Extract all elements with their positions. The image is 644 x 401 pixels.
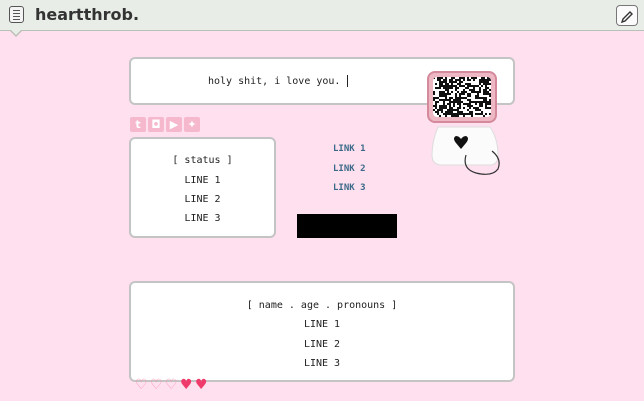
heart-icon: ♥ — [180, 377, 193, 393]
twitter-icon[interactable]: ✦ — [184, 117, 200, 132]
profile-line-3: LINE 3 — [303, 358, 341, 369]
profile-box: [ name . age . pronouns ] LINE 1 LINE 2 … — [129, 281, 515, 382]
instagram-icon[interactable]: ◘ — [148, 117, 164, 132]
link-1[interactable]: LINK 1 — [333, 144, 366, 154]
heart-icon: ♥ — [195, 377, 208, 393]
top-bar: heartthrob. — [0, 0, 644, 37]
youtube-icon[interactable]: ▶ — [166, 117, 182, 132]
tumblr-icon[interactable]: t — [130, 117, 146, 132]
profile-heading: [ name . age . pronouns ] — [246, 300, 398, 311]
status-line-3: LINE 3 — [184, 213, 221, 224]
profile-line-1: LINE 1 — [303, 319, 341, 330]
edit-button[interactable] — [616, 5, 638, 26]
status-line-2: LINE 2 — [184, 194, 221, 205]
status-heading: [ status ] — [172, 155, 233, 166]
page-title: heartthrob. — [35, 5, 140, 24]
text-cursor — [347, 75, 348, 87]
heart-icon: ♡ — [135, 377, 148, 393]
mascot-figure — [431, 126, 500, 175]
static-noise — [433, 77, 491, 117]
heart-icon: ♡ — [150, 377, 163, 393]
black-bar — [297, 214, 397, 238]
page-icon — [9, 6, 24, 23]
pencil-icon — [620, 11, 633, 24]
link-2[interactable]: LINK 2 — [333, 164, 366, 174]
link-3[interactable]: LINK 3 — [333, 183, 366, 193]
status-line-1: LINE 1 — [184, 175, 221, 186]
quote-text: holy shit, i love you. — [208, 76, 341, 87]
tv-screen — [427, 71, 497, 123]
status-box: [ status ] LINE 1 LINE 2 LINE 3 — [129, 137, 276, 238]
heart-icon: ♡ — [165, 377, 178, 393]
profile-line-2: LINE 2 — [303, 339, 341, 350]
